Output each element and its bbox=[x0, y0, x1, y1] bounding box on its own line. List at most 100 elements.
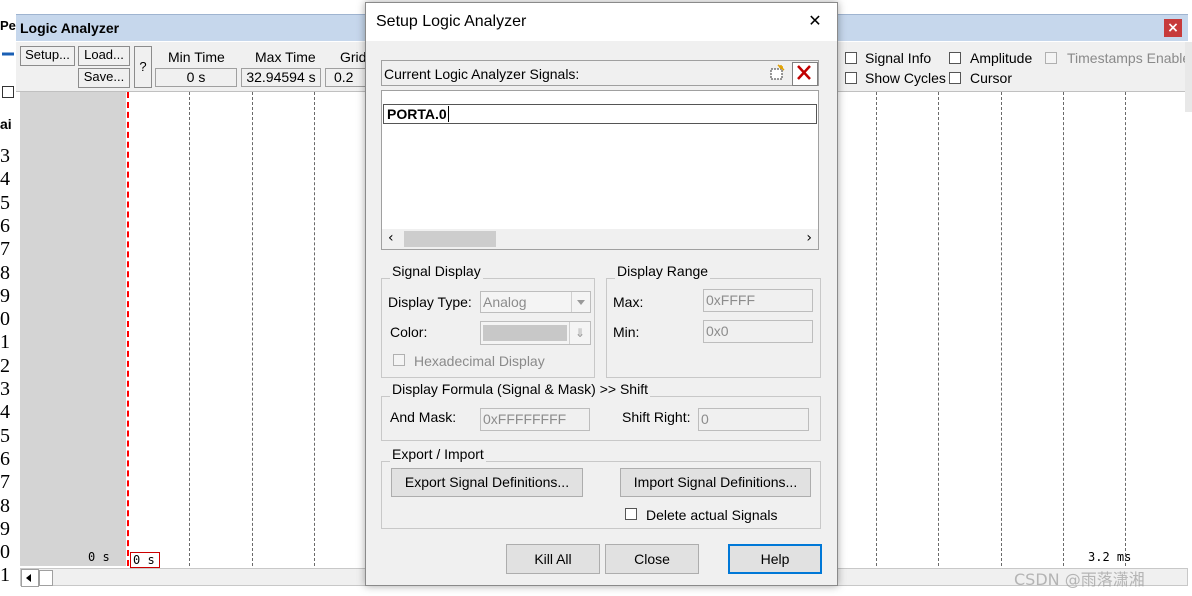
amplitude-label: Amplitude bbox=[970, 50, 1033, 66]
row-number: 0 bbox=[0, 541, 10, 564]
hex-display-label: Hexadecimal Display bbox=[414, 353, 545, 369]
signal-name-pane bbox=[20, 92, 126, 566]
window-icon[interactable] bbox=[2, 86, 14, 98]
new-item-icon bbox=[770, 64, 785, 80]
vertical-scrollbar[interactable] bbox=[1185, 42, 1192, 112]
row-number: 6 bbox=[0, 447, 10, 470]
grid-label: Grid bbox=[340, 49, 367, 65]
min-time-value: 0 s bbox=[155, 68, 237, 87]
row-number: 5 bbox=[0, 424, 10, 447]
display-type-label: Display Type: bbox=[388, 294, 472, 310]
dialog-close-button[interactable]: ✕ bbox=[803, 9, 827, 33]
export-signal-definitions-button[interactable]: Export Signal Definitions... bbox=[391, 468, 583, 497]
setup-dialog: Setup Logic Analyzer ✕ Current Logic Ana… bbox=[365, 2, 838, 586]
grid-line bbox=[1063, 92, 1064, 566]
max-input[interactable]: 0xFFFF bbox=[703, 289, 813, 312]
row-number: 7 bbox=[0, 471, 10, 494]
timestamps-checkbox[interactable] bbox=[1045, 52, 1057, 64]
save-button[interactable]: Save... bbox=[78, 68, 130, 88]
display-formula-title: Display Formula (Signal & Mask) >> Shift bbox=[390, 381, 650, 397]
row-number: 1 bbox=[0, 331, 10, 354]
close-icon: × bbox=[1167, 20, 1179, 36]
axis-end-time: 3.2 ms bbox=[1088, 550, 1132, 564]
min-time-text: 0 s bbox=[186, 69, 206, 85]
row-number: 1 bbox=[0, 564, 10, 587]
axis-cursor-time-box: 0 s bbox=[130, 552, 160, 568]
side-fragment: ai bbox=[0, 116, 12, 132]
pin-icon[interactable] bbox=[2, 48, 14, 60]
dropdown-arrow-icon: ⇓ bbox=[569, 322, 590, 344]
show-cycles-label: Show Cycles bbox=[865, 70, 946, 86]
scroll-left-button[interactable] bbox=[21, 569, 39, 587]
row-number: 2 bbox=[0, 354, 10, 377]
kill-all-button[interactable]: Kill All bbox=[506, 544, 600, 574]
color-label: Color: bbox=[390, 324, 428, 340]
max-time-value: 32.94594 s bbox=[241, 68, 321, 87]
dialog-title-bar[interactable]: Setup Logic Analyzer ✕ bbox=[366, 3, 837, 41]
grid-line bbox=[251, 92, 253, 566]
grid-value: 0.2 m bbox=[325, 68, 367, 87]
delete-actual-signals-label: Delete actual Signals bbox=[646, 507, 778, 523]
row-number: 4 bbox=[0, 168, 10, 191]
grid-text: 0.2 m bbox=[334, 69, 354, 85]
chevron-left-icon[interactable]: ‹ bbox=[388, 230, 394, 246]
delete-actual-signals-checkbox[interactable] bbox=[625, 508, 637, 520]
signal-item-text[interactable]: PORTA.0 bbox=[387, 106, 449, 122]
amplitude-checkbox[interactable] bbox=[949, 52, 961, 64]
row-number: 3 bbox=[0, 145, 10, 167]
display-type-select[interactable]: Analog bbox=[480, 291, 591, 313]
watermark: CSDN @雨落潇湘 bbox=[1014, 570, 1145, 589]
grid-line bbox=[1125, 92, 1127, 566]
show-cycles-checkbox[interactable] bbox=[845, 72, 857, 84]
signals-hscrollbar[interactable]: ‹ › bbox=[382, 229, 818, 249]
min-label: Min: bbox=[613, 324, 640, 340]
row-number: 7 bbox=[0, 238, 10, 261]
chevron-right-icon[interactable]: › bbox=[806, 230, 812, 246]
min-input[interactable]: 0x0 bbox=[703, 320, 813, 343]
color-select[interactable]: ⇓ bbox=[480, 321, 591, 345]
setup-button[interactable]: Setup... bbox=[20, 46, 75, 66]
window-close-button[interactable]: × bbox=[1164, 19, 1182, 37]
export-import-title: Export / Import bbox=[390, 446, 486, 462]
grid-line bbox=[189, 92, 191, 566]
signal-info-label: Signal Info bbox=[865, 50, 932, 66]
row-number: 9 bbox=[0, 284, 10, 307]
shift-right-input[interactable]: 0 bbox=[698, 408, 809, 431]
signals-scroll-thumb[interactable] bbox=[404, 231, 496, 247]
signals-list[interactable]: PORTA.0 ‹ › bbox=[381, 90, 819, 250]
left-tab-fragment[interactable]: Pe bbox=[0, 18, 16, 33]
signal-info-checkbox[interactable] bbox=[845, 52, 857, 64]
signals-header: Current Logic Analyzer Signals: bbox=[381, 60, 819, 86]
max-time-text: 32.94594 s bbox=[246, 69, 316, 85]
delete-signal-button[interactable] bbox=[792, 62, 818, 86]
import-signal-definitions-button[interactable]: Import Signal Definitions... bbox=[620, 468, 811, 497]
axis-cursor-time: 0 s bbox=[133, 553, 155, 567]
close-button[interactable]: Close bbox=[605, 544, 699, 574]
timestamps-label: Timestamps Enable bbox=[1067, 50, 1191, 66]
max-time-label: Max Time bbox=[255, 49, 316, 65]
hex-display-checkbox[interactable] bbox=[393, 354, 405, 366]
signal-item[interactable]: PORTA.0 bbox=[383, 104, 817, 124]
cursor-checkbox[interactable] bbox=[949, 72, 961, 84]
and-mask-input[interactable]: 0xFFFFFFFF bbox=[480, 408, 590, 431]
row-number: 6 bbox=[0, 214, 10, 237]
new-signal-button[interactable] bbox=[767, 63, 787, 83]
scroll-thumb[interactable] bbox=[39, 570, 53, 586]
help-button[interactable]: Help bbox=[728, 544, 822, 574]
close-icon: ✕ bbox=[808, 11, 822, 30]
grid-line bbox=[314, 92, 316, 566]
min-time-label: Min Time bbox=[168, 49, 225, 65]
axis-start-time: 0 s bbox=[88, 550, 110, 564]
dialog-title: Setup Logic Analyzer bbox=[376, 13, 527, 30]
display-type-value: Analog bbox=[483, 294, 527, 310]
grid-line bbox=[938, 92, 940, 566]
help-question-button[interactable]: ? bbox=[134, 46, 152, 88]
row-number: 0 bbox=[0, 308, 10, 331]
display-range-title: Display Range bbox=[615, 263, 711, 279]
delete-x-icon bbox=[797, 65, 811, 80]
color-swatch bbox=[483, 325, 567, 341]
row-number: 4 bbox=[0, 401, 10, 424]
shift-right-label: Shift Right: bbox=[622, 409, 691, 425]
load-button[interactable]: Load... bbox=[78, 46, 130, 66]
arrow-left-icon bbox=[26, 574, 31, 582]
